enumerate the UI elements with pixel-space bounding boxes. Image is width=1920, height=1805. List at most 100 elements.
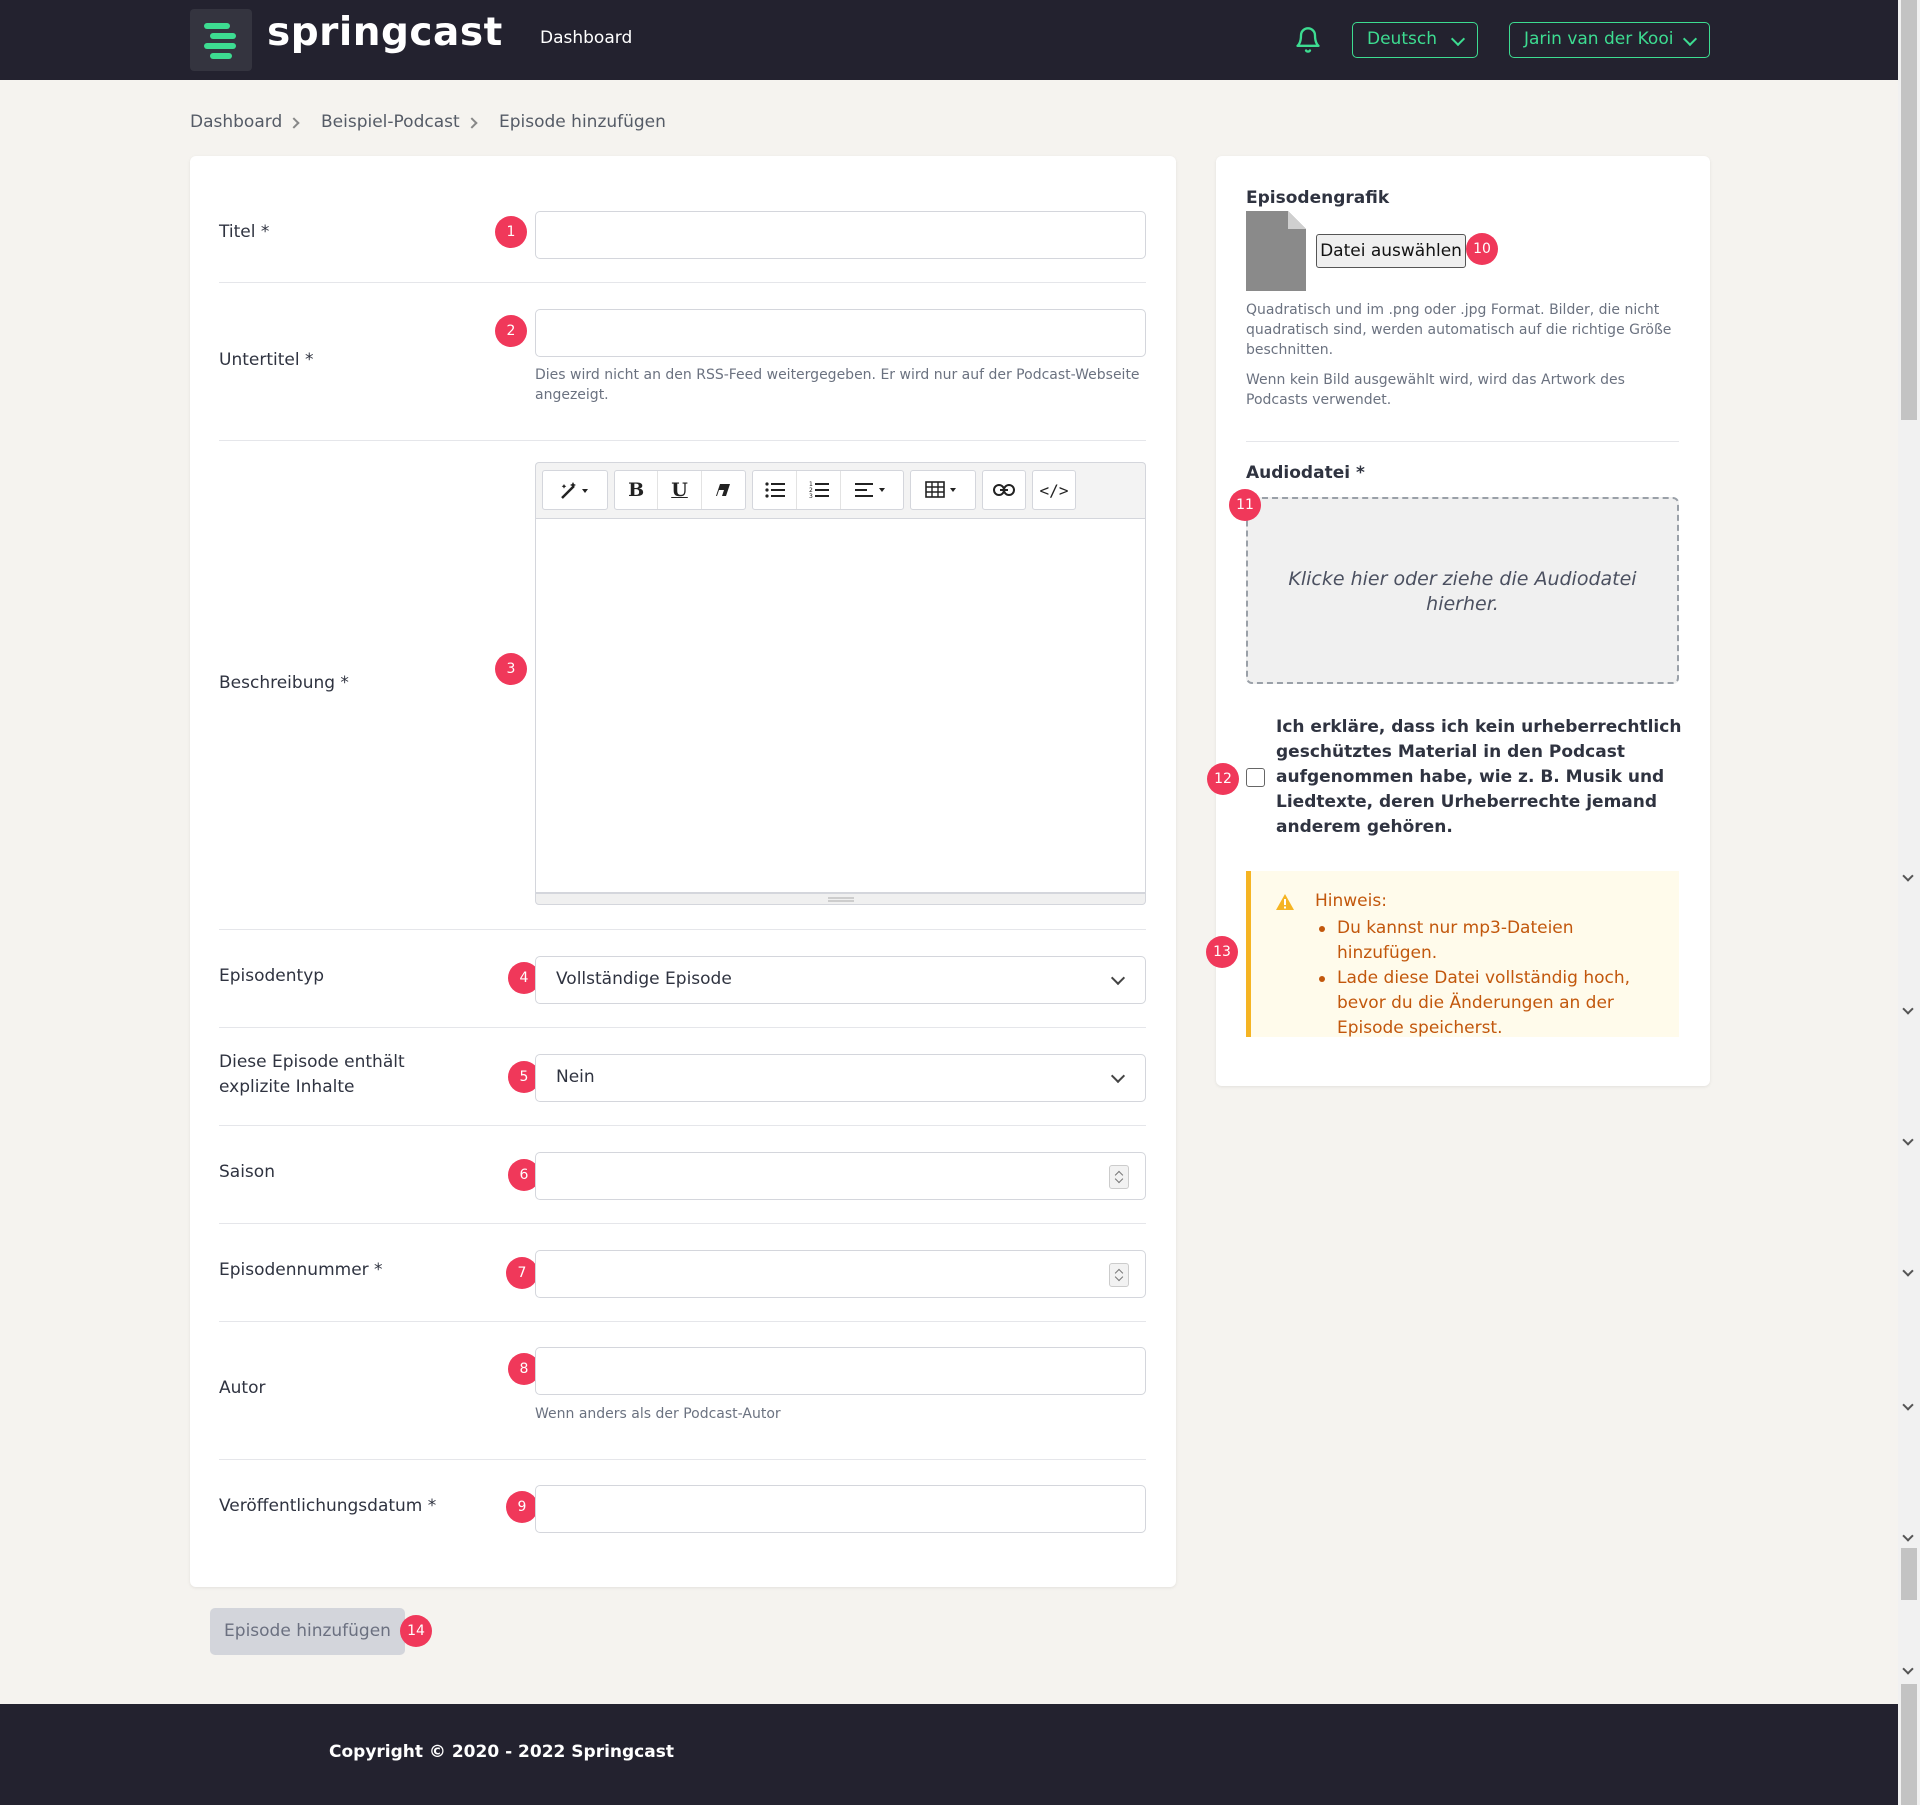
- episode-type-select[interactable]: Vollständige Episode: [535, 956, 1146, 1004]
- audio-heading: Audiodatei *: [1246, 463, 1365, 483]
- divider: [219, 1223, 1146, 1224]
- season-input[interactable]: [535, 1152, 1146, 1200]
- audio-dropzone[interactable]: Klicke hier oder ziehe die Audiodatei hi…: [1246, 497, 1679, 684]
- episode-number-input[interactable]: [535, 1250, 1146, 1298]
- language-dropdown[interactable]: Deutsch: [1352, 22, 1478, 58]
- author-input[interactable]: [535, 1347, 1146, 1395]
- episode-type-label: Episodentyp: [219, 966, 325, 986]
- scroll-down-arrow-icon[interactable]: [1902, 1663, 1914, 1675]
- divider: [219, 440, 1146, 441]
- description-editor[interactable]: [535, 518, 1146, 893]
- step-badge: 13: [1206, 936, 1238, 968]
- style-group: [542, 470, 608, 510]
- notice-alert: Hinweis: Du kannst nur mp3-Dateien hinzu…: [1246, 871, 1679, 1038]
- bullet-list-icon[interactable]: [753, 471, 797, 509]
- paragraph-group: 123: [752, 470, 904, 510]
- brand-name[interactable]: springcast: [267, 10, 503, 55]
- magic-wand-icon[interactable]: [543, 471, 607, 509]
- user-menu-dropdown[interactable]: Jarin van der Kooi: [1509, 22, 1710, 58]
- rich-text-toolbar: B U 123 </>: [535, 462, 1146, 518]
- scroll-down-arrow-icon[interactable]: [1902, 1265, 1914, 1277]
- scroll-down-arrow-icon[interactable]: [1902, 1530, 1914, 1542]
- link-icon[interactable]: [983, 471, 1025, 509]
- add-episode-button[interactable]: Episode hinzufügen: [210, 1608, 405, 1655]
- episode-type-value: Vollständige Episode: [556, 969, 732, 989]
- divider: [219, 1459, 1146, 1460]
- divider: [219, 929, 1146, 930]
- explicit-value: Nein: [556, 1067, 595, 1087]
- episode-number-label: Episodennummer *: [219, 1260, 383, 1280]
- font-style-group: B U: [614, 470, 746, 510]
- season-label: Saison: [219, 1162, 275, 1182]
- image-note: Quadratisch und im .png oder .jpg Format…: [1246, 302, 1672, 358]
- scroll-down-arrow-icon[interactable]: [1902, 870, 1914, 882]
- nav-dashboard-link[interactable]: Dashboard: [540, 28, 632, 48]
- step-badge: 3: [495, 653, 527, 685]
- underline-button[interactable]: U: [658, 471, 702, 509]
- divider: [219, 1321, 1146, 1322]
- page-footer: Copyright © 2020 - 2022 Springcast: [0, 1704, 1898, 1805]
- bold-button[interactable]: B: [615, 471, 659, 509]
- chevron-down-icon: [1110, 1068, 1126, 1084]
- scroll-down-arrow-icon[interactable]: [1902, 1399, 1914, 1411]
- subtitle-label: Untertitel *: [219, 350, 314, 370]
- title-label: Titel *: [219, 222, 270, 242]
- grip-icon: [828, 897, 854, 902]
- step-badge: 12: [1207, 763, 1239, 795]
- number-spinner[interactable]: [1109, 1165, 1129, 1189]
- eraser-icon[interactable]: [702, 471, 745, 509]
- notice-title: Hinweis:: [1315, 891, 1387, 911]
- explicit-select[interactable]: Nein: [535, 1054, 1146, 1102]
- divider: [219, 1027, 1146, 1028]
- step-badge: 14: [400, 1615, 432, 1647]
- file-placeholder-icon: [1246, 211, 1306, 291]
- link-group: [982, 470, 1026, 510]
- choose-file-button[interactable]: Datei auswählen: [1316, 234, 1466, 268]
- page-scrollbar[interactable]: [1898, 0, 1920, 1805]
- copyright-checkbox[interactable]: [1246, 768, 1265, 787]
- copyright-declaration[interactable]: Ich erkläre, dass ich kein urheberrechtl…: [1276, 715, 1686, 840]
- scrollbar-thumb-lower[interactable]: [1901, 1684, 1917, 1805]
- number-spinner[interactable]: [1109, 1263, 1129, 1287]
- publish-date-label: Veröffentlichungsdatum *: [219, 1496, 437, 1516]
- subtitle-help-text: Dies wird nicht an den RSS-Feed weiterge…: [535, 367, 1140, 403]
- table-group: [910, 470, 976, 510]
- publish-date-input[interactable]: [535, 1485, 1146, 1533]
- code-view-button[interactable]: </>: [1033, 471, 1075, 509]
- chevron-down-icon: [1110, 970, 1126, 986]
- springcast-logo-icon[interactable]: [190, 9, 252, 71]
- title-input[interactable]: [535, 211, 1146, 259]
- scrollbar-thumb[interactable]: [1901, 0, 1917, 420]
- breadcrumb-dashboard[interactable]: Dashboard: [190, 112, 282, 132]
- chevron-down-icon: [1450, 31, 1466, 47]
- image-fallback-note: Wenn kein Bild ausgewählt wird, wird das…: [1246, 372, 1625, 408]
- divider: [219, 282, 1146, 283]
- author-label: Autor: [219, 1378, 266, 1398]
- bell-icon[interactable]: [1294, 25, 1322, 55]
- divider: [219, 1125, 1146, 1126]
- step-badge: 9: [506, 1491, 538, 1523]
- image-heading: Episodengrafik: [1246, 188, 1390, 208]
- editor-resize-handle[interactable]: [535, 893, 1146, 905]
- description-label: Beschreibung *: [219, 673, 349, 693]
- scroll-down-arrow-icon[interactable]: [1902, 1003, 1914, 1015]
- notice-list: Du kannst nur mp3-Dateien hinzufügen. La…: [1315, 916, 1670, 1041]
- warning-icon: [1276, 894, 1294, 910]
- table-icon[interactable]: [911, 471, 975, 509]
- chevron-down-icon: [1682, 31, 1698, 47]
- explicit-label: Diese Episode enthält explizite Inhalte: [219, 1052, 405, 1097]
- top-navbar: springcast Dashboard Deutsch Jarin van d…: [0, 0, 1898, 80]
- divider: [1246, 441, 1679, 442]
- step-badge: 10: [1466, 233, 1498, 265]
- dropzone-text: Klicke hier oder ziehe die Audiodatei hi…: [1288, 568, 1637, 615]
- subtitle-input[interactable]: [535, 309, 1146, 357]
- step-badge: 1: [495, 216, 527, 248]
- breadcrumb-current: Episode hinzufügen: [499, 112, 666, 132]
- breadcrumb-podcast[interactable]: Beispiel-Podcast: [321, 112, 460, 132]
- numbered-list-icon[interactable]: 123: [797, 471, 841, 509]
- step-badge: 2: [495, 315, 527, 347]
- align-dropdown-icon[interactable]: [841, 471, 903, 509]
- scrollbar-thumb-secondary[interactable]: [1901, 1548, 1917, 1600]
- scroll-down-arrow-icon[interactable]: [1902, 1134, 1914, 1146]
- chevron-right-icon: [288, 117, 300, 129]
